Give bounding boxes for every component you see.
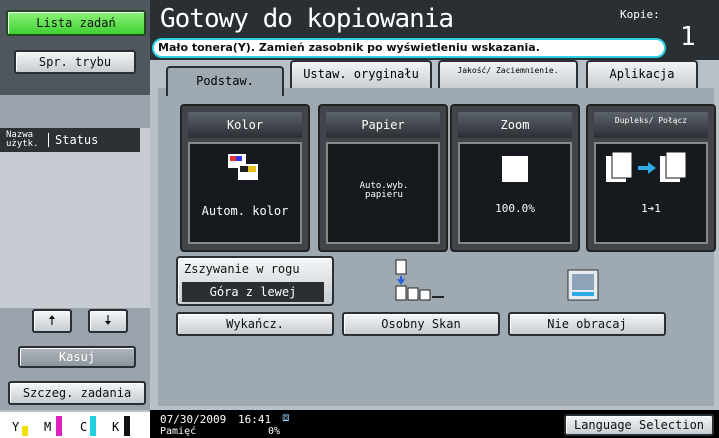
job-list-header: Nazwa użytk. Status	[0, 128, 140, 152]
memory-value: 0%	[268, 426, 281, 437]
scroll-down-button[interactable]: 🠇	[88, 309, 128, 333]
zoom-value: 100.0%	[495, 202, 535, 215]
copies-value: 1	[680, 22, 696, 52]
auto-color-icon	[228, 154, 258, 180]
tab-basic[interactable]: Podstaw.	[166, 66, 284, 96]
color-value: Autom. kolor	[201, 204, 289, 218]
tab-quality-density-label: Jakość/ Zaciemnienie.	[457, 66, 559, 75]
zoom-function[interactable]: Zoom 100.0%	[450, 104, 580, 252]
duplex-function[interactable]: Dupleks/ Połącz 1➔1	[586, 104, 716, 252]
finishing-button[interactable]: Wykańcz.	[176, 312, 334, 336]
scroll-up-button[interactable]: 🠅	[32, 309, 72, 333]
staple-corner-button[interactable]: Zszywanie w rogu Góra z lewej	[176, 256, 334, 306]
toner-bar-k	[124, 416, 130, 436]
arrow-up-icon: 🠅	[48, 313, 56, 329]
copier-screen: Lista zadań Spr. trybu Nazwa użytk. Stat…	[0, 0, 719, 438]
staple-label: Zszywanie w rogu	[184, 262, 300, 276]
memory-label: Pamięć	[160, 426, 197, 437]
duplex-value: 1➔1	[641, 202, 661, 215]
paper-function[interactable]: Papier Auto.wyb. papieru	[318, 104, 448, 252]
toner-bar-m	[56, 416, 62, 436]
staple-value: Góra z lewej	[182, 282, 324, 302]
paper-value: Auto.wyb. papieru	[359, 181, 409, 200]
color-title: Kolor	[188, 112, 302, 138]
duplex-button[interactable]: 1➔1	[594, 142, 708, 244]
user-column-label: Nazwa użytk.	[6, 130, 39, 149]
toner-indicator: Y M C K	[0, 412, 150, 438]
job-details-button[interactable]: Szczeg. zadania	[8, 381, 146, 405]
copies-label: Kopie:	[620, 8, 660, 21]
zoom-button[interactable]: 100.0%	[458, 142, 572, 244]
status-time: 16:41	[238, 413, 272, 426]
paper-title: Papier	[326, 112, 440, 138]
arrow-down-icon: 🠇	[104, 313, 112, 329]
check-mode-button[interactable]: Spr. trybu	[14, 50, 136, 74]
no-rotate-button[interactable]: Nie obracaj	[508, 312, 666, 336]
network-icon: ⧈	[282, 410, 290, 424]
toner-label-c: C	[80, 420, 88, 434]
color-button[interactable]: Autom. kolor	[188, 142, 302, 244]
color-function[interactable]: Kolor Autom. kolor	[180, 104, 310, 252]
zoom-title: Zoom	[458, 112, 572, 138]
toner-bar-y	[22, 426, 28, 436]
duplex-title: Dupleks/ Połącz	[594, 112, 708, 138]
warning-message: Mało tonera(Y). Zamień zasobnik po wyświ…	[152, 38, 666, 58]
status-date: 07/30/2009	[160, 413, 227, 426]
separate-scan-button[interactable]: Osobny Skan	[342, 312, 500, 336]
delete-button[interactable]: Kasuj	[18, 346, 136, 368]
no-rotate-icon	[567, 269, 599, 301]
tab-application[interactable]: Aplikacja	[586, 60, 698, 88]
zoom-icon	[502, 156, 528, 182]
job-list	[0, 128, 150, 308]
job-list-button[interactable]: Lista zadań	[6, 10, 146, 36]
tab-quality-density[interactable]: Jakość/ Zaciemnienie.	[438, 60, 578, 88]
paper-button[interactable]: Auto.wyb. papieru	[326, 142, 440, 244]
toner-label-m: M	[44, 420, 52, 434]
duplex-icon	[606, 151, 687, 182]
separate-scan-icon	[395, 259, 444, 301]
language-selection-button[interactable]: Language Selection	[564, 414, 714, 436]
tab-original-settings[interactable]: Ustaw. oryginału	[290, 60, 432, 88]
toner-label-y: Y	[12, 420, 20, 434]
status-column-label: Status	[48, 133, 98, 147]
toner-bar-c	[90, 416, 96, 436]
page-title: Gotowy do kopiowania	[160, 4, 454, 34]
toner-label-k: K	[112, 420, 120, 434]
